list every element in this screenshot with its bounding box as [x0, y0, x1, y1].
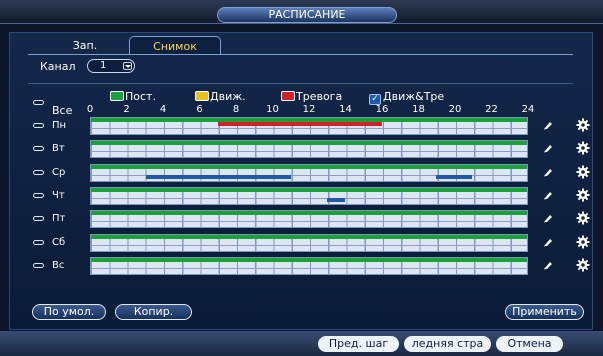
day-timeline[interactable] [90, 210, 528, 229]
gear-icon[interactable] [576, 258, 590, 272]
hour-label: 18 [412, 104, 425, 115]
hour-label: 2 [123, 104, 130, 115]
channel-label: Канал [40, 60, 76, 73]
day-label: Вс [52, 259, 65, 271]
toggle-day[interactable] [33, 262, 44, 268]
hour-label: 20 [448, 104, 462, 115]
divider [28, 83, 573, 84]
copy-button[interactable]: Копир. [115, 304, 192, 320]
toggle-day[interactable] [33, 192, 44, 198]
last-page-button[interactable]: ледняя стра [404, 336, 491, 352]
gear-icon[interactable] [576, 211, 590, 225]
chevron-down-icon [123, 62, 132, 70]
day-label: Ср [52, 166, 66, 178]
default-button[interactable]: По умол. [32, 304, 106, 320]
apply-button[interactable]: Применить [505, 304, 584, 320]
day-label: Вт [52, 143, 65, 155]
toggle-day[interactable] [33, 239, 44, 245]
day-timeline[interactable] [90, 140, 528, 159]
legend-motion-alarm[interactable]: ✓ Движ&Тре [369, 91, 444, 105]
legend-motion: Движ. [195, 91, 246, 103]
cancel-button[interactable]: Отмена [496, 336, 563, 352]
tab-record[interactable]: Зап. [59, 36, 111, 55]
schedule-window: РАСПИСАНИЕ Зап. Снимок Канал 1 Пост. Дви… [0, 0, 603, 356]
day-timeline[interactable] [90, 117, 528, 135]
timeline-midline [91, 151, 527, 153]
all-days-label: Все [52, 104, 73, 117]
day-label: Пн [52, 120, 67, 131]
day-timeline[interactable] [90, 163, 528, 182]
schedule-segment-alarm [218, 122, 382, 126]
hour-label: 12 [302, 104, 316, 115]
hour-label: 14 [339, 104, 352, 115]
toggle-day[interactable] [33, 123, 44, 128]
schedule-segment-motion-alarm [327, 197, 346, 202]
legend-label-constant: Пост. [125, 90, 156, 103]
legend-label-motion: Движ. [210, 90, 246, 103]
toggle-day[interactable] [33, 146, 44, 152]
hour-label: 0 [86, 104, 94, 115]
gear-icon[interactable] [576, 118, 590, 132]
channel-value: 1 [100, 60, 107, 71]
window-title: РАСПИСАНИЕ [217, 7, 397, 23]
title-bar: РАСПИСАНИЕ [0, 0, 603, 24]
legend-label-alarm: Тревога [296, 90, 343, 103]
timeline-midline [91, 221, 527, 223]
pencil-icon[interactable] [543, 120, 553, 130]
legend-swatch-motion [195, 91, 209, 101]
toggle-day[interactable] [33, 169, 44, 175]
timeline-midline [91, 267, 527, 269]
day-label: Сб [52, 236, 66, 248]
hour-label: 22 [485, 104, 498, 115]
gear-icon[interactable] [576, 188, 590, 202]
tab-divider [28, 54, 573, 55]
hour-label: 10 [266, 104, 279, 115]
pencil-icon[interactable] [543, 167, 553, 177]
gear-icon[interactable] [576, 141, 590, 155]
day-timeline[interactable] [90, 186, 528, 205]
channel-select[interactable]: 1 [87, 59, 135, 73]
hour-label: 16 [375, 104, 389, 115]
day-label: Чт [52, 189, 65, 201]
prev-step-button[interactable]: Пред. шаг [318, 336, 399, 352]
day-timeline[interactable] [90, 233, 528, 252]
timeline-midline [91, 128, 527, 129]
hour-label: 8 [232, 104, 240, 115]
day-timeline[interactable] [90, 256, 528, 275]
pencil-icon[interactable] [543, 237, 553, 247]
hour-label: 6 [196, 104, 203, 115]
pencil-icon[interactable] [543, 260, 553, 270]
hour-label: 24 [521, 104, 535, 115]
legend-constant: Пост. [110, 91, 156, 103]
timeline-midline [91, 197, 527, 199]
toggle-all[interactable] [33, 100, 44, 105]
toggle-day[interactable] [33, 216, 44, 222]
tab-snapshot[interactable]: Снимок [129, 36, 221, 55]
timeline-midline [91, 244, 527, 246]
pencil-icon[interactable] [543, 213, 553, 223]
legend-alarm: Тревога [281, 91, 342, 103]
schedule-segment-motion-alarm [436, 174, 473, 179]
gear-icon[interactable] [576, 165, 590, 179]
legend-label-motion-alarm: Движ&Тре [383, 90, 445, 103]
hour-label: 4 [159, 104, 167, 115]
legend-swatch-constant [110, 91, 124, 101]
pencil-icon[interactable] [543, 143, 553, 153]
gear-icon[interactable] [576, 235, 590, 249]
schedule-segment-motion-alarm [145, 174, 291, 179]
legend-swatch-alarm [281, 91, 295, 101]
pencil-icon[interactable] [543, 190, 553, 200]
footer-bar: Пред. шаг ледняя стра Отмена [0, 331, 603, 356]
day-label: Пт [52, 213, 66, 225]
